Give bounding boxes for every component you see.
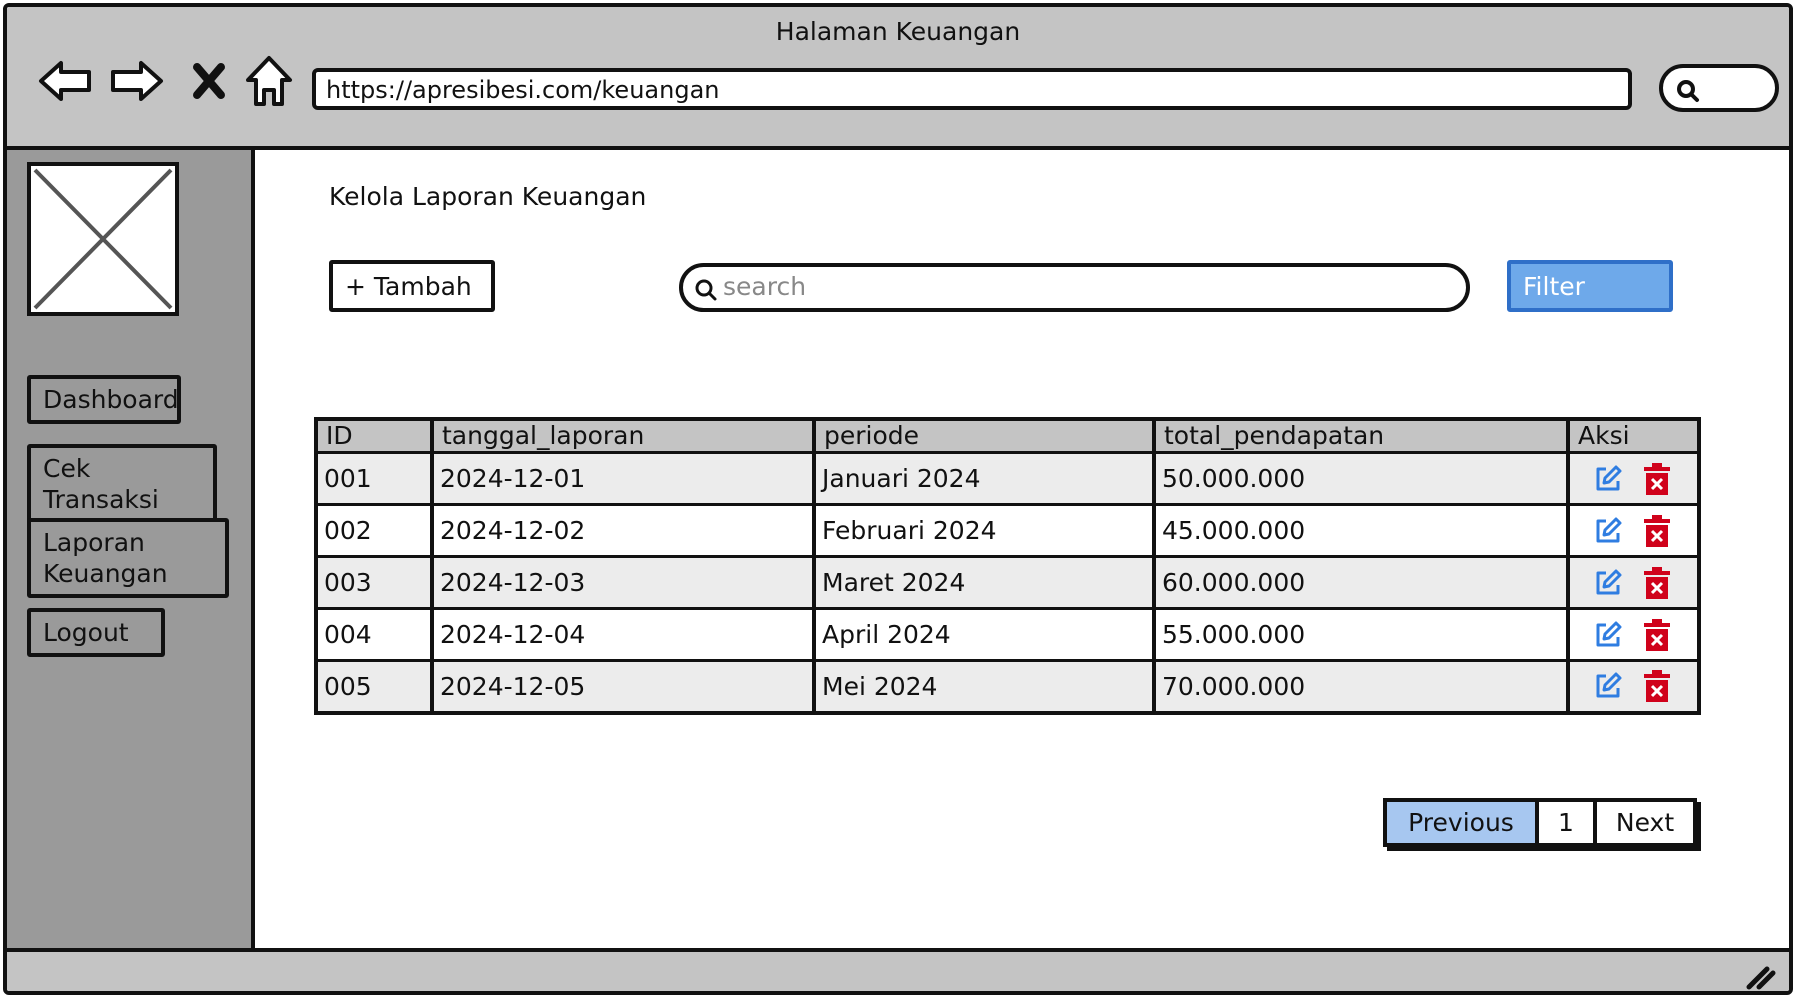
page-number-button[interactable]: 1 xyxy=(1535,802,1593,843)
trash-icon[interactable] xyxy=(1642,669,1672,703)
cell-actions xyxy=(1566,660,1699,714)
table-row: 003 2024-12-03 Maret 2024 60.000.000 xyxy=(316,556,1699,610)
cell-id: 005 xyxy=(316,660,432,714)
trash-icon[interactable] xyxy=(1642,618,1672,652)
image-placeholder-icon xyxy=(27,162,179,316)
search-input[interactable]: search xyxy=(679,263,1470,312)
sidebar-item-cek-transaksi[interactable]: Cek Transaksi xyxy=(27,444,217,524)
edit-icon[interactable] xyxy=(1592,515,1624,547)
browser-chrome: Halaman Keuangan https://apresibesi.com/… xyxy=(7,7,1789,150)
cell-tanggal: 2024-12-02 xyxy=(430,504,814,558)
edit-icon[interactable] xyxy=(1592,463,1624,495)
cell-total: 60.000.000 xyxy=(1152,556,1568,610)
cell-id: 002 xyxy=(316,504,432,558)
cell-actions xyxy=(1566,556,1699,610)
cell-id: 001 xyxy=(316,452,432,506)
column-header-tanggal: tanggal_laporan xyxy=(430,419,814,454)
next-page-button[interactable]: Next xyxy=(1593,802,1693,843)
search-icon xyxy=(695,279,717,301)
page-title: Kelola Laporan Keuangan xyxy=(329,182,647,211)
sidebar: Dashboard Cek Transaksi Laporan Keuangan… xyxy=(7,150,255,950)
cell-tanggal: 2024-12-04 xyxy=(430,608,814,662)
trash-icon[interactable] xyxy=(1642,566,1672,600)
address-bar[interactable]: https://apresibesi.com/keuangan xyxy=(312,68,1632,110)
table-row: 002 2024-12-02 Februari 2024 45.000.000 xyxy=(316,504,1699,558)
pagination: Previous 1 Next xyxy=(1383,798,1697,847)
previous-page-button[interactable]: Previous xyxy=(1387,802,1535,843)
search-placeholder: search xyxy=(723,272,807,301)
home-icon[interactable] xyxy=(239,51,299,111)
table-row: 005 2024-12-05 Mei 2024 70.000.000 xyxy=(316,660,1699,714)
edit-icon[interactable] xyxy=(1592,619,1624,651)
forward-arrow-icon[interactable] xyxy=(107,51,167,111)
cell-actions xyxy=(1566,504,1699,558)
cell-tanggal: 2024-12-05 xyxy=(430,660,814,714)
resize-grip-icon[interactable] xyxy=(1745,961,1777,991)
column-header-total: total_pendapatan xyxy=(1152,419,1568,454)
cell-id: 003 xyxy=(316,556,432,610)
cell-total: 45.000.000 xyxy=(1152,504,1568,558)
cell-tanggal: 2024-12-03 xyxy=(430,556,814,610)
edit-icon[interactable] xyxy=(1592,567,1624,599)
search-icon xyxy=(1677,80,1699,102)
browser-search[interactable] xyxy=(1659,64,1779,112)
cell-periode: Februari 2024 xyxy=(812,504,1154,558)
trash-icon[interactable] xyxy=(1642,462,1672,496)
back-arrow-icon[interactable] xyxy=(35,51,95,111)
trash-icon[interactable] xyxy=(1642,514,1672,548)
sidebar-item-laporan-keuangan[interactable]: Laporan Keuangan xyxy=(27,518,229,598)
column-header-aksi: Aksi xyxy=(1566,419,1699,454)
table-row: 001 2024-12-01 Januari 2024 50.000.000 xyxy=(316,452,1699,506)
table-row: 004 2024-12-04 April 2024 55.000.000 xyxy=(316,608,1699,662)
add-button[interactable]: + Tambah xyxy=(329,260,495,312)
sidebar-item-logout[interactable]: Logout xyxy=(27,608,165,657)
column-header-periode: periode xyxy=(812,419,1154,454)
cell-total: 55.000.000 xyxy=(1152,608,1568,662)
cell-actions xyxy=(1566,608,1699,662)
sidebar-item-dashboard[interactable]: Dashboard xyxy=(27,375,181,424)
cell-periode: April 2024 xyxy=(812,608,1154,662)
window-title: Halaman Keuangan xyxy=(775,17,1021,46)
cell-actions xyxy=(1566,452,1699,506)
filter-button[interactable]: Filter xyxy=(1507,260,1673,312)
cell-periode: Maret 2024 xyxy=(812,556,1154,610)
browser-window: Halaman Keuangan https://apresibesi.com/… xyxy=(3,3,1793,995)
cell-id: 004 xyxy=(316,608,432,662)
status-bar xyxy=(7,948,1789,991)
close-icon[interactable] xyxy=(179,51,239,111)
cell-total: 50.000.000 xyxy=(1152,452,1568,506)
cell-tanggal: 2024-12-01 xyxy=(430,452,814,506)
column-header-id: ID xyxy=(316,419,432,454)
edit-icon[interactable] xyxy=(1592,670,1624,702)
laporan-table: ID tanggal_laporan periode total_pendapa… xyxy=(314,417,1701,715)
cell-total: 70.000.000 xyxy=(1152,660,1568,714)
cell-periode: Januari 2024 xyxy=(812,452,1154,506)
table-header-row: ID tanggal_laporan periode total_pendapa… xyxy=(316,419,1699,454)
cell-periode: Mei 2024 xyxy=(812,660,1154,714)
